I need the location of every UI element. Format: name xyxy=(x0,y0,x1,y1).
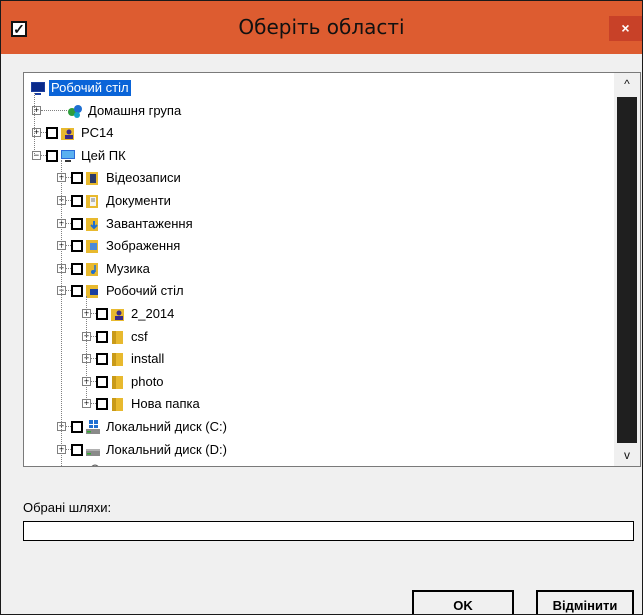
selected-paths-field[interactable] xyxy=(23,521,634,541)
drive-icon xyxy=(85,442,101,458)
tree-item-checkbox[interactable] xyxy=(96,330,108,343)
tree-item-label: Цей ПК xyxy=(81,147,126,163)
tree-item[interactable]: − Робочий стіл xyxy=(24,281,614,301)
tree-item-checkbox[interactable] xyxy=(96,308,108,320)
tree-item[interactable]: +2_2014 xyxy=(24,304,614,324)
tree-item-label: Нова папка xyxy=(131,396,200,412)
folder-icon xyxy=(110,396,126,412)
tree-item-checkbox[interactable] xyxy=(46,127,58,140)
cancel-button[interactable]: Відмінити xyxy=(536,590,634,614)
tree-item-checkbox[interactable] xyxy=(96,375,108,388)
tree-item-label: Завантаження xyxy=(106,215,193,231)
scroll-thumb[interactable] xyxy=(617,97,637,443)
tree-guide-line xyxy=(86,296,87,405)
tree-item-checkbox[interactable] xyxy=(71,421,83,433)
tree-item-label: PC14 xyxy=(81,125,114,141)
selected-paths-label: Обрані шляхи: xyxy=(23,500,112,515)
desktop-icon xyxy=(30,80,46,96)
tree-item-label: Дисковод DVD-RW (E:) xyxy=(104,464,246,466)
tree-item-checkbox[interactable] xyxy=(71,172,83,185)
tree-item-label: Музика xyxy=(106,260,150,276)
tree-item[interactable]: + PC14 xyxy=(24,123,614,143)
tree-item-label: Локальний диск (D:) xyxy=(106,441,227,457)
scroll-up-button[interactable]: ^ xyxy=(614,73,640,95)
tree-item-checkbox[interactable] xyxy=(71,240,83,253)
tree-item[interactable]: + Нова папка xyxy=(24,394,614,414)
tree-item-label: csf xyxy=(131,328,148,344)
tree-item[interactable]: + csf xyxy=(24,327,614,347)
tree-item-label: Відеозаписи xyxy=(106,170,181,186)
videos-folder-icon xyxy=(85,170,101,186)
select-areas-dialog: ✓ Оберіть області × Робочий стіл + Домашня… xyxy=(0,0,643,615)
tree-item[interactable]: +Дисковод DVD-RW (E:) xyxy=(24,462,614,466)
music-folder-icon xyxy=(85,261,101,277)
tree-item[interactable]: + Локальний диск (C:) xyxy=(24,417,614,437)
tree-item[interactable]: + Музика xyxy=(24,259,614,279)
tree-item[interactable]: − Цей ПК xyxy=(24,146,614,166)
tree-item-label: Домашня група xyxy=(88,102,182,118)
tree-item-checkbox[interactable] xyxy=(71,262,83,275)
tree-item-label: Документи xyxy=(106,193,171,208)
tree-item-label: Робочий стіл xyxy=(106,283,184,299)
tree-item[interactable]: + Зображення xyxy=(24,236,614,256)
tree-connector xyxy=(41,109,67,111)
tree-rows: Робочий стіл + Домашня група + PC14 − Цей ПК + В… xyxy=(24,73,614,466)
desktop-folder-icon xyxy=(85,283,101,299)
vertical-scrollbar[interactable]: ^ v xyxy=(614,73,640,466)
tree-item-checkbox[interactable] xyxy=(71,285,83,298)
tree-item-label: photo xyxy=(131,373,164,389)
tree-item[interactable]: + Документи xyxy=(24,191,614,211)
homegroup-icon xyxy=(67,103,83,119)
tree-item-label: Робочий стіл xyxy=(49,80,131,96)
tree-item[interactable]: + Завантаження xyxy=(24,214,614,234)
documents-folder-icon xyxy=(85,193,101,209)
tree-item-checkbox[interactable] xyxy=(71,443,83,456)
tree-guide-line xyxy=(61,160,62,466)
tree-item[interactable]: + Відеозаписи xyxy=(24,168,614,188)
close-button[interactable]: × xyxy=(609,16,642,41)
tree-item-label: install xyxy=(131,351,165,367)
tree-item[interactable]: + Локальний диск (D:) xyxy=(24,440,614,460)
downloads-folder-icon xyxy=(85,216,101,232)
tree-item-checkbox[interactable] xyxy=(96,353,108,366)
user-folder-icon xyxy=(60,125,76,141)
tree-item-checkbox[interactable] xyxy=(71,217,83,230)
tree-item[interactable]: + Домашня група xyxy=(24,101,614,121)
tree-item-label: 2_2014 xyxy=(131,306,175,321)
ok-button[interactable]: OK xyxy=(412,590,514,614)
scroll-down-button[interactable]: v xyxy=(614,444,640,466)
pictures-folder-icon xyxy=(85,238,101,254)
folder-icon xyxy=(110,351,126,367)
windows-drive-icon xyxy=(85,419,101,435)
user-folder-icon xyxy=(110,306,126,322)
tree-guide-line xyxy=(34,92,35,156)
window-title: Оберіть області xyxy=(238,15,405,39)
folder-tree[interactable]: Робочий стіл + Домашня група + PC14 − Цей ПК + В… xyxy=(23,72,641,467)
tree-item[interactable]: Робочий стіл xyxy=(24,78,614,98)
computer-icon xyxy=(60,148,76,164)
dvd-drive-icon xyxy=(85,464,101,466)
tree-item[interactable]: + install xyxy=(24,349,614,369)
tree-item-label: Зображення xyxy=(106,238,181,254)
tree-item-checkbox[interactable] xyxy=(96,398,108,411)
tree-item-checkbox[interactable] xyxy=(46,149,58,162)
tree-item-checkbox[interactable] xyxy=(71,195,83,207)
title-bar[interactable]: ✓ Оберіть області × xyxy=(1,1,642,54)
folder-icon xyxy=(110,329,126,345)
tree-item-label: Локальний диск (C:) xyxy=(106,419,227,434)
folder-icon xyxy=(110,374,126,390)
tree-item[interactable]: + photo xyxy=(24,372,614,392)
